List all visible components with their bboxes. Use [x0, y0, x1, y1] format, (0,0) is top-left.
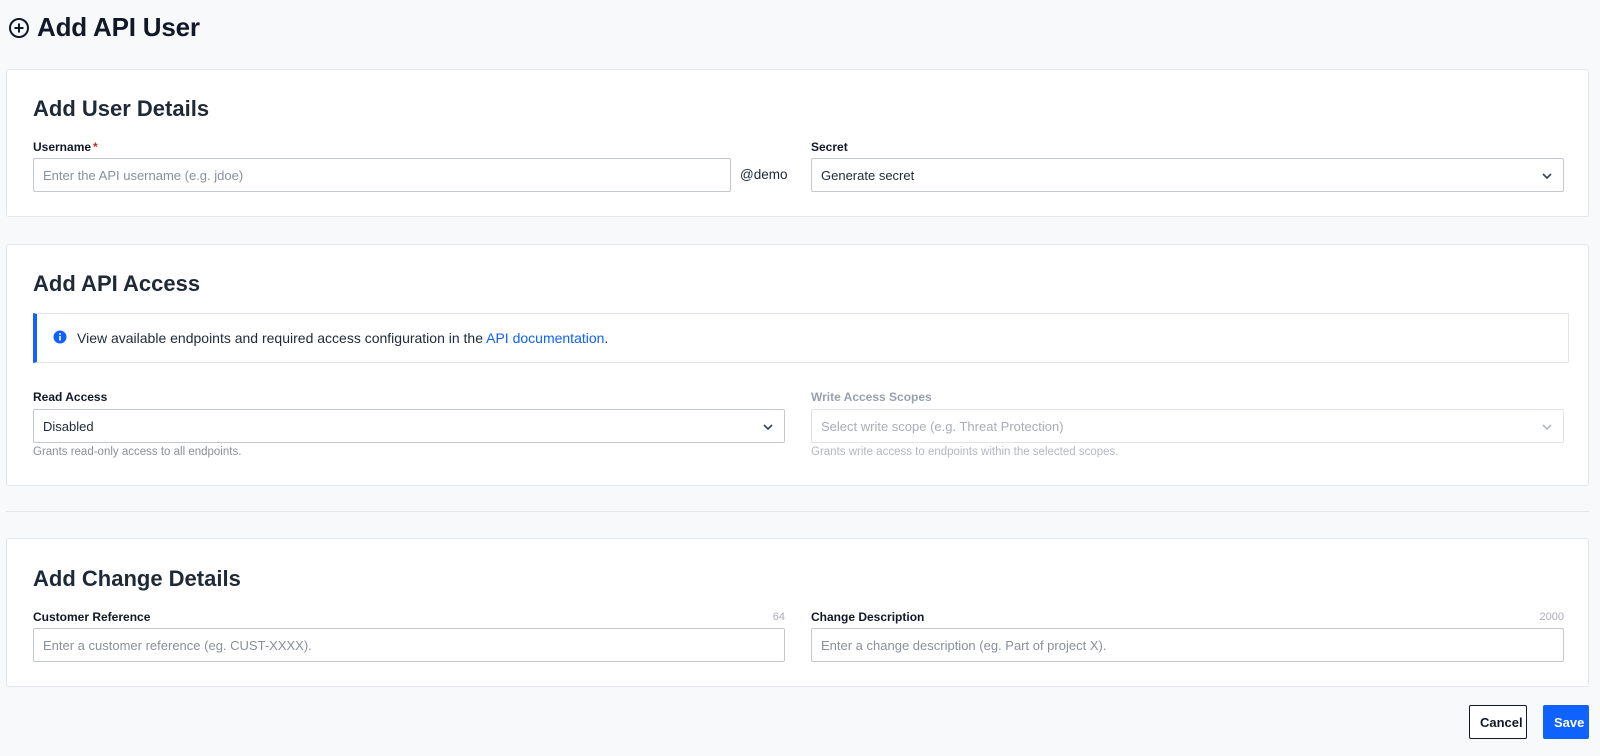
write-access-placeholder: Select write scope (e.g. Threat Protecti… [821, 418, 1064, 434]
chevron-down-icon [762, 421, 774, 436]
page-header: Add API User [8, 12, 200, 43]
plus-circle-icon [8, 17, 30, 39]
chevron-down-icon [1541, 421, 1553, 436]
change-details-card: Add Change Details Customer Reference 64… [6, 538, 1589, 687]
secret-select-value: Generate secret [821, 167, 915, 183]
user-details-card: Add User Details Username* @demo Secret … [6, 69, 1589, 217]
info-icon [53, 330, 67, 347]
change-description-input[interactable] [811, 628, 1564, 662]
section-divider [6, 511, 1589, 512]
chevron-down-icon [1541, 170, 1553, 185]
write-access-helper: Grants write access to endpoints within … [811, 446, 1119, 458]
username-domain-suffix: @demo [740, 167, 788, 182]
read-access-helper: Grants read-only access to all endpoints… [33, 446, 242, 458]
change-details-title: Add Change Details [33, 566, 241, 591]
write-access-select[interactable]: Select write scope (e.g. Threat Protecti… [811, 409, 1564, 443]
info-text-end: . [604, 330, 609, 346]
user-details-title: Add User Details [33, 96, 210, 121]
username-input[interactable] [33, 158, 731, 192]
required-marker: * [93, 140, 98, 154]
save-button[interactable]: Save [1543, 705, 1589, 739]
change-description-label: Change Description [811, 610, 925, 624]
info-banner: View available endpoints and required ac… [33, 313, 1569, 363]
customer-reference-label: Customer Reference [33, 610, 151, 624]
secret-label: Secret [811, 140, 848, 154]
info-text-body: View available endpoints and required ac… [77, 330, 487, 346]
page-title: Add API User [37, 12, 200, 42]
read-access-label: Read Access [33, 390, 108, 404]
secret-select[interactable]: Generate secret [811, 158, 1564, 192]
username-label-text: Username [33, 140, 92, 154]
username-label: Username * [33, 140, 98, 154]
api-access-title: Add API Access [33, 271, 201, 296]
change-description-max-length: 2000 [1539, 611, 1564, 623]
read-access-select[interactable]: Disabled [33, 409, 785, 443]
write-access-label: Write Access Scopes [811, 390, 932, 404]
api-documentation-link[interactable]: API documentation [486, 330, 604, 346]
api-access-card: Add API Access View available endpoints … [6, 244, 1589, 486]
read-access-value: Disabled [43, 418, 94, 434]
info-text: View available endpoints and required ac… [77, 330, 608, 346]
customer-reference-max-length: 64 [772, 611, 785, 623]
customer-reference-input[interactable] [33, 628, 785, 662]
cancel-button[interactable]: Cancel [1469, 705, 1527, 739]
